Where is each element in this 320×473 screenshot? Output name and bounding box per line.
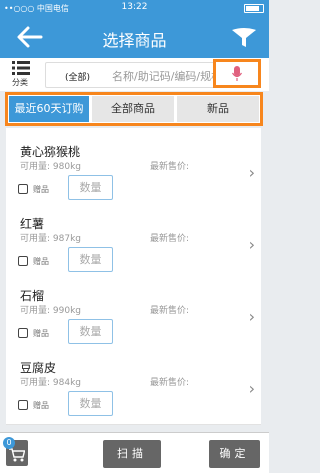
tab-bar: 最近60天订购 全部商品 新品 xyxy=(5,92,263,126)
stock-label: 可用量: 984kg xyxy=(20,378,81,388)
stock-label: 可用量: 990kg xyxy=(20,306,81,316)
last-price-label: 最新售价: xyxy=(150,306,190,316)
list-item[interactable]: 黄心猕猴桃 可用量: 980kg 最新售价: › 赠品 数量 xyxy=(6,128,261,209)
tab-new-products[interactable]: 新品 xyxy=(177,96,259,122)
chevron-right-icon[interactable]: › xyxy=(249,163,255,182)
microphone-icon xyxy=(232,66,242,81)
scan-button[interactable]: 扫描 xyxy=(103,440,161,468)
quantity-input[interactable]: 数量 xyxy=(68,319,113,344)
category-button[interactable]: 分类 xyxy=(8,59,32,89)
confirm-button[interactable]: 确定 xyxy=(209,440,260,468)
list-item[interactable]: 红薯 可用量: 987kg 最新售价: › 赠品 数量 xyxy=(6,200,261,281)
cart-count-badge: 0 xyxy=(3,437,15,449)
bottom-bar: 0 扫描 确定 xyxy=(0,432,269,473)
gift-label: 赠品 xyxy=(33,185,49,194)
voice-search-button[interactable] xyxy=(213,59,261,88)
chevron-right-icon[interactable]: › xyxy=(249,235,255,254)
last-price-label: 最新售价: xyxy=(150,378,190,388)
funnel-icon[interactable] xyxy=(231,27,257,49)
gift-label: 赠品 xyxy=(33,329,49,338)
list-icon xyxy=(12,61,30,75)
page-title: 选择商品 xyxy=(102,31,167,50)
scope-select[interactable]: (全部) xyxy=(65,70,90,83)
clock: 13:22 xyxy=(121,2,148,12)
cart-icon xyxy=(9,448,25,462)
gift-label: 赠品 xyxy=(33,257,49,266)
gift-checkbox[interactable] xyxy=(18,328,28,338)
chevron-right-icon[interactable]: › xyxy=(249,307,255,326)
category-label: 分类 xyxy=(12,78,28,87)
gift-checkbox[interactable] xyxy=(18,400,28,410)
stock-label: 可用量: 980kg xyxy=(20,162,81,172)
tab-recent-60-days[interactable]: 最近60天订购 xyxy=(9,96,89,122)
chevron-right-icon[interactable]: › xyxy=(249,379,255,398)
gift-checkbox[interactable] xyxy=(18,256,28,266)
stock-label: 可用量: 987kg xyxy=(20,234,81,244)
gift-label: 赠品 xyxy=(33,401,49,410)
quantity-input[interactable]: 数量 xyxy=(68,391,113,416)
nav-header: 选择商品 xyxy=(0,16,269,58)
quantity-input[interactable]: 数量 xyxy=(68,247,113,272)
cart-button[interactable]: 0 xyxy=(3,437,28,466)
list-item[interactable]: 豆腐皮 可用量: 984kg 最新售价: › 赠品 数量 xyxy=(6,344,261,425)
product-name: 红薯 xyxy=(20,217,45,231)
list-item[interactable]: 石榴 可用量: 990kg 最新售价: › 赠品 数量 xyxy=(6,272,261,353)
status-bar: ••○○○ 中国电信 13:22 xyxy=(0,0,269,16)
quantity-input[interactable]: 数量 xyxy=(68,175,113,200)
gift-checkbox[interactable] xyxy=(18,184,28,194)
last-price-label: 最新售价: xyxy=(150,162,190,172)
product-name: 豆腐皮 xyxy=(20,361,57,375)
product-name: 黄心猕猴桃 xyxy=(20,145,81,159)
tab-all-products[interactable]: 全部商品 xyxy=(92,96,174,122)
product-name: 石榴 xyxy=(20,289,45,303)
last-price-label: 最新售价: xyxy=(150,234,190,244)
battery-icon xyxy=(244,4,264,13)
